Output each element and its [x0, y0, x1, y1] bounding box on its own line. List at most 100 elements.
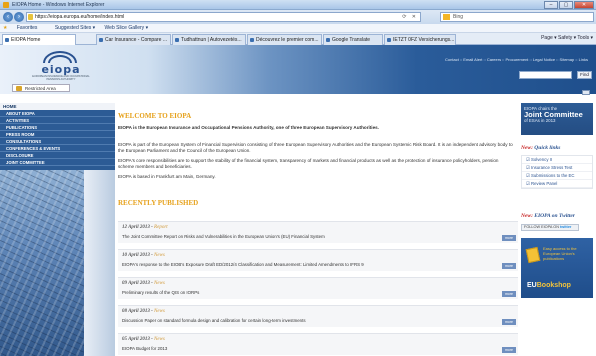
right-column: EIOPA chairs the Joint Committee of ESAs… — [521, 103, 596, 356]
follow-twitter-button[interactable]: FOLLOW EIOPA ON twitter — [521, 224, 579, 231]
tab-eiopa-home[interactable]: EIOPA Home — [2, 34, 76, 45]
window-titlebar: EIOPA Home - Windows Internet Explorer ‒… — [0, 0, 596, 10]
tab-car-insurance[interactable]: Car Insurance - Compare ... — [96, 34, 171, 45]
news-title[interactable]: EIOPA Budget for 2013 — [122, 346, 167, 351]
new-label: New: — [521, 145, 533, 151]
restricted-area-button[interactable]: Restricted Area — [12, 84, 70, 92]
nav-list: ABOUT EIOPA ACTIVITIES PUBLICATIONS PRES… — [0, 110, 115, 166]
news-date-text: 05 April 2013 — [122, 337, 150, 342]
nav-joint-committee[interactable]: JOINT COMMITTEE — [0, 159, 115, 166]
favorites-button[interactable]: ★ Favorites — [3, 25, 45, 31]
recently-published-title: RECENTLY PUBLISHED — [118, 199, 199, 207]
browser-search-field[interactable]: Bing — [440, 12, 594, 22]
star-icon: ★ — [3, 25, 8, 31]
nav-consultations[interactable]: CONSULTATIONS — [0, 138, 115, 145]
eiopa-logo[interactable]: eiopa EUROPEAN INSURANCE AND OCCUPATIONA… — [31, 51, 91, 81]
twitter-title: EIOPA on Twitter — [534, 213, 575, 219]
quick-link-label: Solvency II — [531, 157, 553, 162]
rss-icon[interactable] — [582, 90, 590, 95]
tab-label: Découvrez le premier com... — [256, 37, 319, 43]
favicon-icon — [175, 38, 179, 42]
left-navigation: HOME ABOUT EIOPA ACTIVITIES PUBLICATIONS… — [0, 103, 115, 356]
refresh-stop-icons[interactable]: ⟳ ✕ — [402, 13, 418, 21]
more-button[interactable]: more — [502, 235, 516, 241]
bing-icon — [443, 14, 450, 20]
news-title[interactable]: EIOPA's response to the EIOB's Exposure … — [122, 262, 364, 267]
more-button[interactable]: more — [502, 263, 516, 269]
news-title[interactable]: Preliminary results of the QIS on IORPs — [122, 290, 199, 295]
news-item[interactable]: 05 April 2013 - News EIOPA Budget for 20… — [118, 333, 518, 355]
tab-decouvrez[interactable]: Découvrez le premier com... — [247, 34, 322, 45]
joint-committee-banner[interactable]: EIOPA chairs the Joint Committee of ESAs… — [521, 103, 593, 135]
lock-icon — [28, 14, 33, 20]
fav-web-slice-gallery[interactable]: Web Slice Gallery ▾ — [105, 25, 149, 31]
url-field[interactable]: https://eiopa.europa.eu/home/index.html … — [26, 12, 421, 22]
top-links[interactable]: Contact :: Email Alert :: Careers :: Pro… — [445, 57, 588, 62]
main-content: WELCOME TO EIOPA EIOPA is the European I… — [118, 103, 518, 356]
nav-conferences-events[interactable]: CONFERENCES & EVENTS — [0, 145, 115, 152]
news-date-text: 08 April 2013 — [122, 309, 150, 314]
search-engine-label: Bing — [453, 14, 464, 20]
news-title[interactable]: Discussion Paper on standard formula des… — [122, 318, 306, 323]
nav-home[interactable]: HOME — [0, 103, 115, 110]
tab-label: IETZT 0FZ Versicherungs... — [393, 37, 455, 43]
quick-link-label: Submissions to the EC — [531, 173, 575, 178]
news-date: 05 April 2013 - News — [122, 337, 165, 342]
site-search-button[interactable]: Find — [577, 71, 592, 79]
quick-links-list: ☑ Solvency II ☑ Insurance Stress Test ☑ … — [521, 155, 593, 189]
bookshop-logo: EUBookshop — [527, 282, 571, 289]
quick-link-label: Review Panel — [531, 181, 558, 186]
restricted-label: Restricted Area — [25, 86, 56, 91]
news-type: News — [154, 309, 165, 314]
nav-activities[interactable]: ACTIVITIES — [0, 117, 115, 124]
nav-about-eiopa[interactable]: ABOUT EIOPA — [0, 110, 115, 117]
nav-press-room[interactable]: PRESS ROOM — [0, 131, 115, 138]
news-type: News — [154, 253, 165, 258]
twitter-brand: twitter — [560, 225, 572, 229]
nav-disclosure[interactable]: DISCLOSURE — [0, 152, 115, 159]
forward-icon[interactable]: › — [14, 12, 24, 22]
window-title: EIOPA Home - Windows Internet Explorer — [12, 2, 105, 8]
back-icon[interactable]: ‹ — [3, 12, 13, 22]
building-edge — [84, 170, 115, 356]
quick-link-submissions[interactable]: ☑ Submissions to the EC — [522, 172, 592, 180]
tab-label: Car Insurance - Compare ... — [105, 37, 167, 43]
favicon-icon — [5, 38, 9, 42]
ie-icon — [3, 2, 9, 8]
news-item[interactable]: 12 April 2013 - Report The Joint Committ… — [118, 221, 518, 243]
favorites-bar: ★ Favorites Suggested Sites ▾ Web Slice … — [0, 24, 596, 33]
tab-jetzt-ofz[interactable]: IETZT 0FZ Versicherungs... — [384, 34, 456, 45]
quick-link-stress-test[interactable]: ☑ Insurance Stress Test — [522, 164, 592, 172]
news-item[interactable]: 08 April 2013 - News Discussion Paper on… — [118, 305, 518, 327]
more-button[interactable]: more — [502, 291, 516, 297]
bookshop-name: Bookshop — [536, 282, 571, 289]
news-item[interactable]: 10 April 2013 - News EIOPA's response to… — [118, 249, 518, 271]
more-button[interactable]: more — [502, 319, 516, 325]
more-button[interactable]: more — [502, 347, 516, 353]
tab-label: EIOPA Home — [11, 37, 41, 43]
site-search-input[interactable] — [519, 71, 572, 79]
news-date: 08 April 2013 - News — [122, 309, 165, 314]
logo-subtitle: EUROPEAN INSURANCE AND OCCUPATIONAL PENS… — [32, 75, 90, 81]
quick-link-solvency[interactable]: ☑ Solvency II — [522, 156, 592, 164]
favicon-icon — [387, 38, 391, 42]
fav-suggested-sites[interactable]: Suggested Sites ▾ — [55, 25, 95, 31]
joint-line-2: Joint Committee — [524, 110, 583, 119]
close-button[interactable]: ✕ — [574, 1, 594, 9]
new-label: New: — [521, 213, 533, 219]
quick-link-review-panel[interactable]: ☑ Review Panel — [522, 180, 592, 188]
favorites-label: Favorites — [16, 25, 38, 31]
tab-tudhattnun[interactable]: Tudhattnun | Autovezetés... — [172, 34, 246, 45]
tab-google-translate[interactable]: Google Translate — [323, 34, 383, 45]
eu-bookshop-banner[interactable]: Easy access to the European Union's publ… — [521, 238, 593, 298]
news-title[interactable]: The Joint Committee Report on Risks and … — [122, 234, 325, 239]
news-item[interactable]: 09 April 2013 - News Preliminary results… — [118, 277, 518, 299]
follow-label: FOLLOW EIOPA ON — [524, 225, 559, 229]
command-bar[interactable]: Page ▾ Safety ▾ Tools ▾ — [541, 35, 593, 41]
nav-publications[interactable]: PUBLICATIONS — [0, 124, 115, 131]
twitter-heading: New: EIOPA on Twitter — [521, 213, 593, 219]
window-controls: ‒ ▢ ✕ — [544, 1, 594, 9]
maximize-button[interactable]: ▢ — [559, 1, 573, 9]
news-date-text: 12 April 2013 — [122, 225, 150, 230]
minimize-button[interactable]: ‒ — [544, 1, 558, 9]
